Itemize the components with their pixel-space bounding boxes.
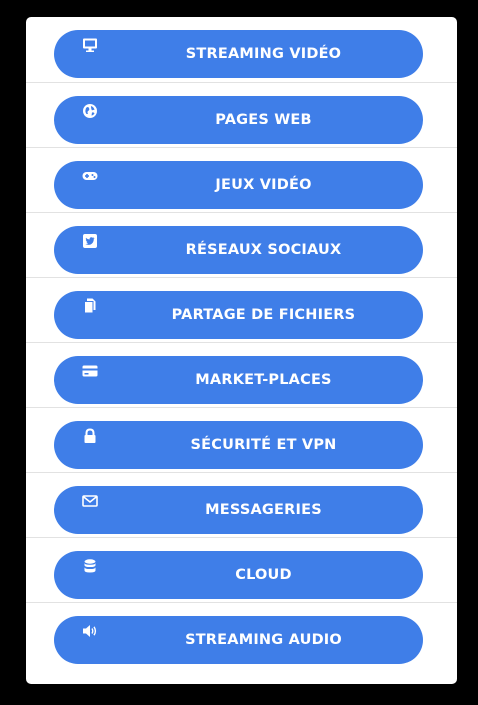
- twitter-icon: [83, 234, 97, 248]
- menu-row: STREAMING AUDIO: [26, 602, 457, 667]
- menu-row: SÉCURITÉ ET VPN: [26, 407, 457, 472]
- cloud-button[interactable]: CLOUD: [54, 551, 423, 599]
- lock-icon: [84, 428, 96, 443]
- gamepad-icon: [82, 172, 98, 180]
- menu-row: CLOUD: [26, 537, 457, 602]
- category-menu: STREAMING VIDÉO PAGES WEB JEUX VIDÉO RÉS…: [26, 17, 457, 684]
- menu-row: RÉSEAUX SOCIAUX: [26, 212, 457, 277]
- button-label: MARKET-PLACES: [195, 372, 332, 388]
- volume-icon: [83, 625, 97, 637]
- jeux-video-button[interactable]: JEUX VIDÉO: [54, 161, 423, 209]
- button-label: PARTAGE DE FICHIERS: [171, 307, 356, 323]
- button-label: PAGES WEB: [215, 112, 312, 128]
- monitor-icon: [83, 38, 97, 52]
- market-places-button[interactable]: MARKET-PLACES: [54, 356, 423, 404]
- messageries-button[interactable]: MESSAGERIES: [54, 486, 423, 534]
- menu-row: JEUX VIDÉO: [26, 147, 457, 212]
- button-label: STREAMING AUDIO: [185, 632, 342, 648]
- menu-row: PAGES WEB: [26, 82, 457, 147]
- button-label: JEUX VIDÉO: [215, 177, 312, 193]
- pages-web-button[interactable]: PAGES WEB: [54, 96, 423, 144]
- streaming-audio-button[interactable]: STREAMING AUDIO: [54, 616, 423, 664]
- partage-de-fichiers-button[interactable]: PARTAGE DE FICHIERS: [54, 291, 423, 339]
- globe-icon: [83, 104, 97, 118]
- button-label: SÉCURITÉ ET VPN: [190, 437, 337, 453]
- reseaux-sociaux-button[interactable]: RÉSEAUX SOCIAUX: [54, 226, 423, 274]
- envelope-icon: [82, 495, 98, 507]
- menu-row: PARTAGE DE FICHIERS: [26, 277, 457, 342]
- button-label: STREAMING VIDÉO: [185, 46, 342, 62]
- files-icon: [84, 298, 96, 314]
- button-label: MESSAGERIES: [205, 502, 322, 518]
- menu-row: MARKET-PLACES: [26, 342, 457, 407]
- button-label: CLOUD: [235, 567, 292, 583]
- streaming-video-button[interactable]: STREAMING VIDÉO: [54, 30, 423, 78]
- database-icon: [84, 559, 96, 573]
- securite-et-vpn-button[interactable]: SÉCURITÉ ET VPN: [54, 421, 423, 469]
- menu-row: STREAMING VIDÉO: [26, 17, 457, 82]
- credit-card-icon: [82, 365, 98, 377]
- button-label: RÉSEAUX SOCIAUX: [185, 242, 342, 258]
- menu-row: MESSAGERIES: [26, 472, 457, 537]
